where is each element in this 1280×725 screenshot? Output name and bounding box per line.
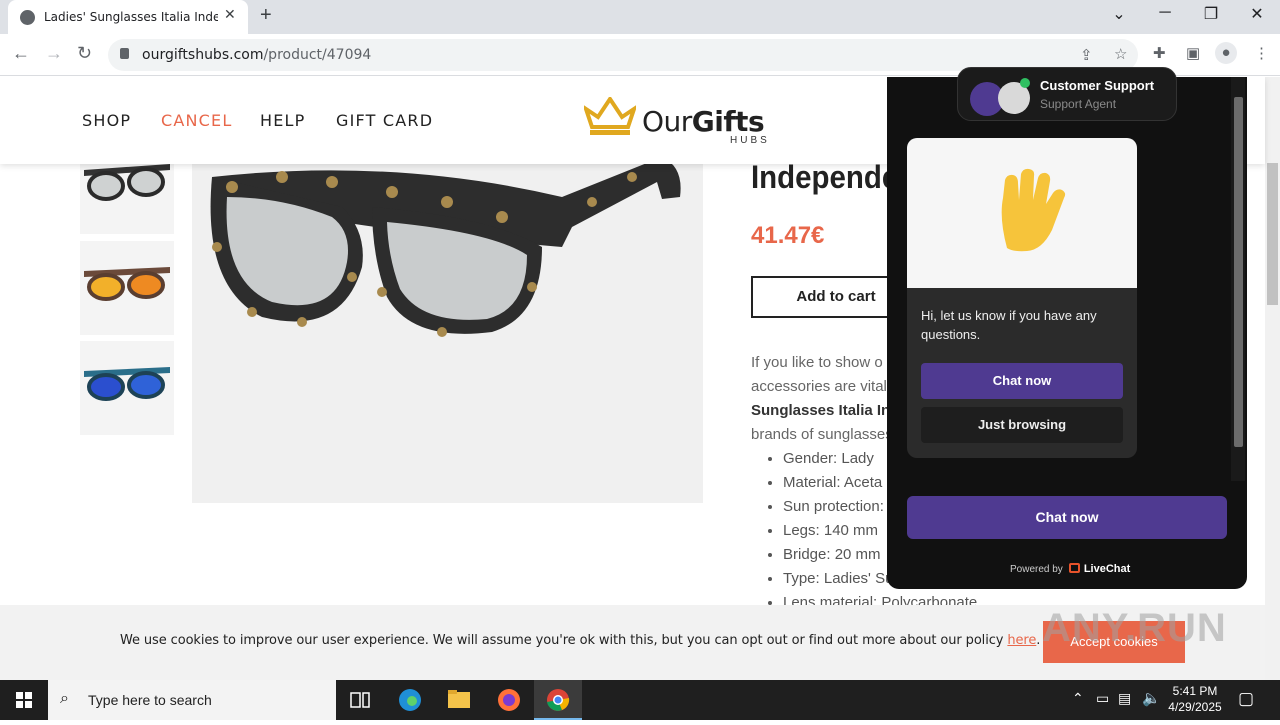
chat-now-main-button[interactable]: Chat now [907,496,1227,539]
chevron-up-icon[interactable]: ⌃ [1072,690,1084,707]
url-text: ourgiftshubs.com/product/47094 [142,47,372,63]
windows-logo-icon [16,692,32,708]
greeting-image [907,138,1137,288]
desc-line: brands of sunglasses [751,426,893,443]
nav-help[interactable]: HELP [260,111,306,130]
volume-icon[interactable]: 🔈 [1142,689,1161,707]
chrome-icon[interactable] [534,680,582,720]
browser-tab[interactable]: Ladies' Sunglasses Italia Indepen ✕ [8,0,248,34]
share-icon[interactable]: ⇪ [1080,46,1093,64]
chat-greeting-card: Hi, let us know if you have any question… [907,138,1137,458]
cookie-policy-link[interactable]: here [1007,633,1036,648]
livechat-brand: LiveChat [1083,563,1131,575]
taskbar-clock[interactable]: 5:41 PM 4/29/2025 [1160,683,1230,715]
edge-icon[interactable] [386,680,434,720]
desc-line: If you like to show o [751,354,883,371]
raised-hand-icon [1001,168,1066,252]
nav-gift-card[interactable]: GIFT CARD [336,111,433,130]
chat-now-button[interactable]: Chat now [921,363,1123,399]
product-thumbnail-3[interactable] [80,341,174,435]
notifications-icon[interactable]: ▢ [1238,689,1254,709]
online-status-icon [1020,78,1030,88]
desc-line: Sunglasses Italia Ind [751,402,900,419]
product-thumbnail-2[interactable] [80,241,174,335]
new-tab-icon[interactable]: + [260,4,272,27]
taskbar-search[interactable]: ⌕ Type here to search [48,680,336,720]
restore-icon[interactable]: ❐ [1191,4,1231,24]
bookmark-star-icon[interactable]: ☆ [1114,45,1127,63]
tab-search-icon[interactable]: ⌄ [1099,4,1139,24]
logo-subtext: HUBS [730,135,770,146]
agent-role: Support Agent [1040,97,1117,111]
firefox-icon[interactable] [485,680,533,720]
network-icon[interactable]: ▤ [1118,690,1131,707]
logo-text: OurGifts [642,105,765,138]
product-price: 41.47€ [751,222,825,249]
lock-icon [120,48,129,59]
agent-name: Customer Support [1040,78,1155,93]
windows-taskbar: ⌕ Type here to search ⌃ ▭ ▤ 🔈 5:41 PM 4/… [0,680,1280,720]
reload-icon[interactable]: ↻ [77,43,92,64]
chat-agent-header: Customer Support Support Agent [957,67,1177,121]
back-icon[interactable]: ← [12,43,30,64]
page-scrollbar-thumb[interactable] [1267,163,1278,305]
extensions-icon[interactable]: ✚ [1153,44,1166,62]
file-explorer-icon[interactable] [435,680,483,720]
forward-icon[interactable]: → [45,43,63,64]
livechat-logo-icon [1068,563,1080,573]
livechat-widget: Customer Support Support Agent Hi, let u… [887,67,1247,589]
task-view-icon[interactable] [336,680,384,720]
clock-date: 4/29/2025 [1168,700,1222,714]
powered-by-text: Powered by [1010,564,1063,575]
tab-title: Ladies' Sunglasses Italia Indepen [44,10,218,24]
cookie-text: We use cookies to improve our user exper… [120,633,1041,648]
chat-greeting-message: Hi, let us know if you have any question… [921,308,1097,342]
anyrun-watermark: ANY.RUN [1042,606,1227,650]
powered-by-livechat[interactable]: Powered by LiveChat [1010,563,1130,575]
close-window-icon[interactable]: ✕ [1237,4,1277,24]
battery-icon[interactable]: ▭ [1096,690,1109,707]
product-title: Independe [751,159,899,195]
product-description: If you like to show o accessories are vi… [751,351,900,447]
side-panel-icon[interactable]: ▣ [1186,44,1200,62]
browser-tab-bar: Ladies' Sunglasses Italia Indepen ✕ + ⌄ … [0,0,1280,34]
start-button[interactable] [0,680,48,720]
desc-line: accessories are vital [751,378,887,395]
chat-scrollbar-thumb[interactable] [1234,97,1243,447]
menu-kebab-icon[interactable]: ⋮ [1254,44,1269,62]
profile-avatar-icon[interactable]: ● [1215,42,1237,64]
site-logo[interactable]: OurGifts HUBS [584,95,784,147]
globe-icon [20,10,35,25]
chat-scrollbar[interactable] [1231,77,1245,481]
product-main-image[interactable] [192,137,703,503]
clock-time: 5:41 PM [1172,684,1218,698]
just-browsing-button[interactable]: Just browsing [921,407,1123,443]
minimize-icon[interactable]: ─ [1145,4,1185,22]
page-scrollbar[interactable] [1265,77,1280,680]
search-placeholder: Type here to search [88,692,212,708]
search-icon: ⌕ [60,690,69,707]
crown-icon [584,97,636,135]
nav-cancel[interactable]: CANCEL [161,111,232,130]
close-tab-icon[interactable]: ✕ [224,6,236,23]
nav-shop[interactable]: SHOP [82,111,131,130]
